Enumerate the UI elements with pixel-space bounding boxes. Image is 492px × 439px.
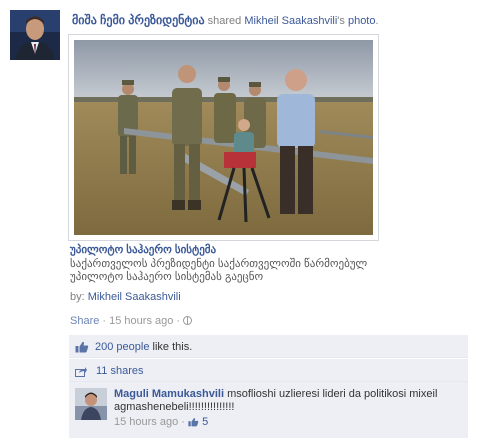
original-author-link[interactable]: Mikheil Saakashvili <box>244 15 337 27</box>
link-title[interactable]: უპილოტო საჰაერო სისტემა <box>70 243 216 256</box>
comment-meta-separator: · <box>178 416 188 428</box>
thumbs-up-icon <box>75 341 89 353</box>
commenter-avatar[interactable] <box>75 388 107 420</box>
likers-link[interactable]: 200 people <box>95 341 149 353</box>
share-icon <box>75 367 87 377</box>
avatar-portrait <box>10 10 60 60</box>
post-action-text: shared <box>207 15 242 27</box>
by-author-link[interactable]: Mikheil Saakashvili <box>88 291 181 303</box>
shared-photo-frame[interactable] <box>68 34 379 241</box>
likes-suffix: like this. <box>149 341 193 353</box>
post-author-link[interactable]: მიშა ჩემი პრეზიდენტია <box>72 13 205 27</box>
shares-row: 11 shares <box>69 358 468 382</box>
profile-avatar[interactable] <box>10 10 60 60</box>
post-timestamp[interactable]: 15 hours ago <box>109 315 173 327</box>
comment-content: Maguli Mamukashvili msoflioshi uzlieresi… <box>114 388 444 414</box>
feedback-section: 200 people like this. 11 shares Maguli M… <box>69 335 468 438</box>
by-line: by: Mikheil Saakashvili <box>70 291 181 303</box>
comment-body: Maguli Mamukashvili msoflioshi uzlieresi… <box>114 388 444 429</box>
post-actions: Share · 15 hours ago · <box>70 315 193 327</box>
action-separator: · <box>99 315 110 327</box>
comment-item: Maguli Mamukashvili msoflioshi uzlieresi… <box>69 382 468 438</box>
commenter-name-link[interactable]: Maguli Mamukashvili <box>114 388 224 400</box>
by-label: by: <box>70 291 85 303</box>
comment-timestamp[interactable]: 15 hours ago <box>114 416 178 428</box>
comment-like-count[interactable]: 5 <box>202 416 208 428</box>
shared-photo[interactable] <box>74 40 373 235</box>
likes-summary: 200 people like this. <box>95 341 192 353</box>
header-period: . <box>375 15 379 27</box>
post-header: მიშა ჩემი პრეზიდენტია shared Mikheil Saa… <box>72 13 379 27</box>
drone-photo-illustration <box>74 40 373 235</box>
link-description: საქართველოს პრეზიდენტი საქართველოში წარმ… <box>70 258 368 283</box>
commenter-portrait <box>75 388 107 420</box>
photo-link[interactable]: photo <box>348 15 376 27</box>
globe-icon[interactable] <box>183 316 193 325</box>
possessive-suffix: 's <box>337 15 348 27</box>
shares-link[interactable]: 11 shares <box>96 365 144 377</box>
comment-meta: 15 hours ago · 5 <box>114 416 444 429</box>
share-action-link[interactable]: Share <box>70 315 99 327</box>
action-separator-2: · <box>173 315 184 327</box>
comment-thumbs-up-icon[interactable] <box>188 417 199 427</box>
likes-row: 200 people like this. <box>69 335 468 358</box>
